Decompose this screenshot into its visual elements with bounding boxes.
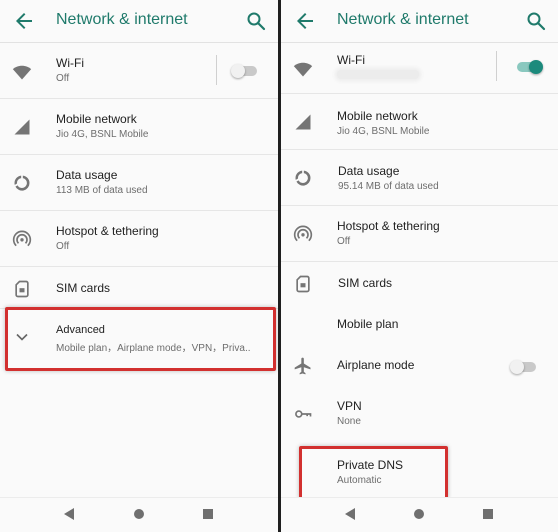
app-bar: Network & internet	[281, 0, 558, 43]
wifi-icon	[293, 62, 313, 77]
toggle-separator	[216, 55, 217, 85]
vpn-status: None	[337, 416, 361, 427]
settings-list: Wi-Fi Mobile network Jio 4G, BSNL Mobile…	[281, 43, 558, 498]
mobile-network-label: Mobile network	[56, 112, 137, 126]
search-icon[interactable]	[244, 9, 268, 33]
vpn-row[interactable]: VPN None	[281, 386, 558, 442]
private-dns-status: Automatic	[337, 475, 382, 486]
advanced-label: Advanced	[56, 324, 105, 336]
wifi-icon	[12, 65, 32, 80]
system-nav-bar	[281, 497, 558, 532]
mobile-plan-label: Mobile plan	[337, 317, 399, 331]
mobile-plan-row[interactable]: Mobile plan	[281, 304, 558, 345]
airplane-mode-row[interactable]: Airplane mode	[281, 345, 558, 386]
wifi-network-name-redacted	[337, 70, 419, 79]
data-usage-summary: 113 MB of data used	[56, 185, 148, 196]
data-usage-icon	[14, 175, 30, 191]
toggle-separator	[496, 51, 497, 81]
hotspot-row[interactable]: Hotspot & tethering Off	[281, 206, 558, 262]
system-nav-bar	[0, 497, 278, 532]
hotspot-label: Hotspot & tethering	[337, 219, 440, 233]
airplane-mode-toggle[interactable]	[510, 360, 538, 374]
right-screen: Network & internet Wi-Fi Mobile network …	[281, 0, 558, 532]
back-icon[interactable]	[345, 508, 355, 520]
sim-cards-label: SIM cards	[338, 276, 393, 290]
signal-icon	[14, 119, 30, 135]
mobile-network-row[interactable]: Mobile network Jio 4G, BSNL Mobile	[0, 99, 278, 155]
private-dns-label: Private DNS	[337, 458, 404, 472]
sim-card-icon	[15, 280, 29, 298]
wifi-row[interactable]: Wi-Fi Off	[0, 43, 278, 99]
advanced-summary: Mobile plan，Airplane mode，VPN，Priva..	[56, 343, 251, 354]
airplane-icon	[294, 357, 311, 375]
data-usage-row[interactable]: Data usage 95.14 MB of data used	[281, 150, 558, 206]
sim-cards-row[interactable]: SIM cards	[0, 267, 278, 309]
page-title: Network & internet	[56, 11, 188, 28]
vpn-label: VPN	[337, 399, 362, 413]
sim-cards-row[interactable]: SIM cards	[281, 262, 558, 304]
mobile-network-label: Mobile network	[337, 109, 418, 123]
wifi-toggle[interactable]	[515, 60, 543, 74]
mobile-network-row[interactable]: Mobile network Jio 4G, BSNL Mobile	[281, 94, 558, 150]
wifi-row[interactable]: Wi-Fi	[281, 43, 558, 94]
mobile-network-summary: Jio 4G, BSNL Mobile	[337, 126, 430, 137]
recents-icon[interactable]	[203, 509, 213, 519]
recents-icon[interactable]	[483, 509, 493, 519]
data-usage-summary: 95.14 MB of data used	[338, 181, 439, 192]
back-icon[interactable]	[64, 508, 74, 520]
mobile-network-summary: Jio 4G, BSNL Mobile	[56, 129, 149, 140]
vpn-key-icon	[295, 410, 312, 418]
private-dns-row[interactable]: Private DNS Automatic	[281, 442, 558, 498]
back-arrow-icon[interactable]	[12, 9, 36, 33]
hotspot-icon	[293, 225, 313, 242]
home-icon[interactable]	[414, 509, 424, 519]
settings-list: Wi-Fi Off Mobile network Jio 4G, BSNL Mo…	[0, 43, 278, 365]
hotspot-label: Hotspot & tethering	[56, 224, 159, 238]
wifi-toggle[interactable]	[231, 64, 259, 78]
advanced-row[interactable]: Advanced Mobile plan，Airplane mode，VPN，P…	[0, 309, 278, 365]
hotspot-row[interactable]: Hotspot & tethering Off	[0, 211, 278, 267]
left-screen: Network & internet Wi-Fi Off Mobile netw…	[0, 0, 278, 532]
search-icon[interactable]	[524, 9, 548, 33]
data-usage-label: Data usage	[338, 164, 400, 178]
hotspot-status: Off	[56, 241, 70, 252]
app-bar: Network & internet	[0, 0, 278, 43]
sim-card-icon	[296, 275, 310, 293]
data-usage-row[interactable]: Data usage 113 MB of data used	[0, 155, 278, 211]
data-usage-label: Data usage	[56, 168, 118, 182]
page-title: Network & internet	[337, 11, 469, 28]
chevron-down-icon	[16, 333, 28, 341]
data-usage-icon	[295, 170, 311, 186]
back-arrow-icon[interactable]	[293, 9, 317, 33]
hotspot-icon	[12, 230, 32, 247]
hotspot-status: Off	[337, 236, 351, 247]
signal-icon	[295, 114, 311, 130]
sim-cards-label: SIM cards	[56, 281, 111, 295]
home-icon[interactable]	[134, 509, 144, 519]
